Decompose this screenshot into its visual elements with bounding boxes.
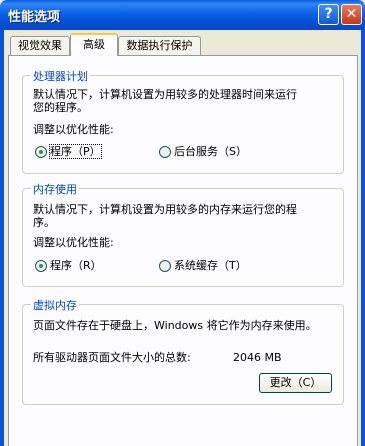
processor-programs-radio[interactable] [35,146,47,158]
virtual-memory-description: 页面文件存在于硬盘上，Windows 将它作为内存来使用。 [33,319,317,332]
processor-description-line2: 您的程序。 [33,101,88,114]
processor-scheduling-legend: 处理器计划 [31,68,90,84]
radio-selected-dot [39,150,43,154]
paging-file-total-label: 所有驱动器页面文件大小的总数: [33,351,191,364]
radio-selected-dot [39,264,43,268]
help-button[interactable]: ? [318,4,339,25]
processor-scheduling-group: 处理器计划 默认情况下，计算机设置为用较多的处理器时间来运行 您的程序。 调整以… [22,68,344,174]
processor-background-radio[interactable] [159,146,171,158]
memory-usage-group: 内存使用 默认情况下，计算机设置为用较多的内存来运行您的程 序。 调整以优化性能… [22,181,344,287]
memory-system-cache-label[interactable]: 系统缓存（T） [174,259,247,272]
tab-data-execution-prevention[interactable]: 数据执行保护 [118,36,201,55]
memory-description-line1: 默认情况下，计算机设置为用较多的内存来运行您的程 [33,203,297,216]
window-frame-right [361,30,365,446]
memory-system-cache-radio[interactable] [159,260,171,272]
paging-file-total-value: 2046 MB [233,351,282,364]
tab-visual-effects[interactable]: 视觉效果 [10,36,70,55]
processor-description-line1: 默认情况下，计算机设置为用较多的处理器时间来运行 [33,88,297,101]
memory-programs-radio[interactable] [35,260,47,272]
memory-programs-label[interactable]: 程序（R） [50,259,102,272]
title-bar[interactable]: 性能选项 ? ✕ [0,0,365,30]
virtual-memory-legend: 虚拟内存 [31,297,79,313]
window-title: 性能选项 [8,10,61,25]
close-button[interactable]: ✕ [341,4,362,25]
change-button[interactable]: 更改（C） [259,373,332,393]
processor-background-label[interactable]: 后台服务（S） [174,145,247,158]
window-frame-left [0,30,4,446]
processor-programs-label[interactable]: 程序（P） [49,144,102,159]
memory-usage-legend: 内存使用 [31,181,79,197]
memory-adjust-label: 调整以优化性能: [33,236,114,249]
processor-adjust-label: 调整以优化性能: [33,123,114,136]
tab-advanced[interactable]: 高级 [70,33,118,56]
memory-description-line2: 序。 [33,216,55,229]
